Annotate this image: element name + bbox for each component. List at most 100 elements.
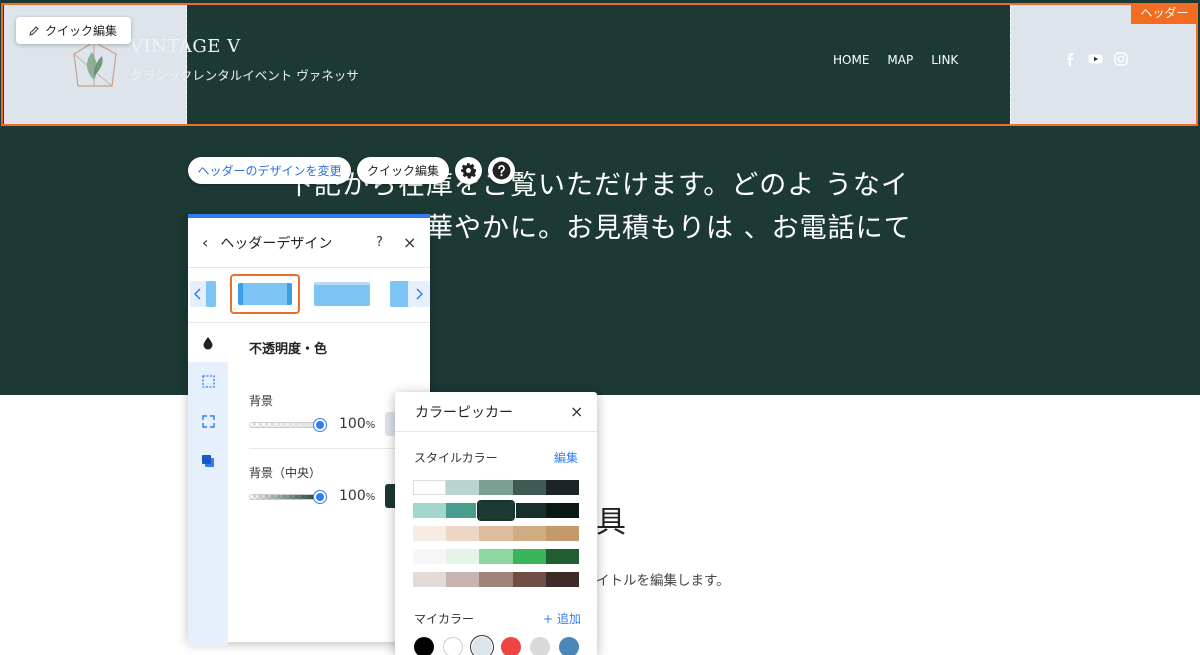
help-button[interactable] bbox=[488, 157, 515, 184]
chevron-right-icon bbox=[416, 288, 423, 300]
background-label: 背景 bbox=[249, 394, 274, 408]
panel-help-button[interactable]: ? bbox=[376, 235, 383, 250]
chevron-left-icon bbox=[194, 288, 201, 300]
design-thumb-selected[interactable] bbox=[230, 274, 300, 314]
palette-swatch[interactable] bbox=[545, 549, 580, 564]
palette-swatch[interactable] bbox=[413, 549, 447, 564]
content-subtitle[interactable]: イトルを編集します。 bbox=[596, 569, 730, 589]
back-button[interactable]: ‹ bbox=[202, 233, 208, 252]
palette-row bbox=[413, 526, 580, 541]
palette-swatch[interactable] bbox=[512, 549, 546, 564]
youtube-icon[interactable] bbox=[1088, 52, 1103, 66]
instagram-icon[interactable] bbox=[1114, 52, 1128, 66]
center-background-opacity-value: 100% bbox=[339, 488, 376, 504]
palette-swatch[interactable] bbox=[545, 503, 580, 518]
picker-close-button[interactable]: × bbox=[570, 402, 583, 421]
corners-icon bbox=[201, 414, 215, 428]
slider-handle[interactable] bbox=[314, 419, 326, 431]
panel-side-tabs bbox=[188, 324, 228, 646]
design-thumbnails bbox=[188, 268, 430, 323]
quick-edit-button[interactable]: クイック編集 bbox=[16, 17, 131, 44]
social-bar bbox=[1063, 52, 1128, 66]
palette-swatch[interactable] bbox=[512, 480, 546, 495]
settings-button[interactable] bbox=[455, 157, 482, 184]
facebook-icon[interactable] bbox=[1063, 52, 1077, 66]
palette-swatch[interactable] bbox=[479, 526, 513, 541]
nav-item-home[interactable]: HOME bbox=[833, 53, 869, 67]
quick-edit-pill-button[interactable]: クイック編集 bbox=[357, 157, 449, 184]
palette-swatch[interactable] bbox=[545, 526, 580, 541]
nav-item-link[interactable]: LINK bbox=[931, 53, 958, 67]
border-icon bbox=[201, 374, 215, 388]
palette-swatch[interactable] bbox=[512, 526, 546, 541]
add-color-link[interactable]: + 追加 bbox=[543, 610, 581, 627]
palette-row bbox=[413, 572, 580, 587]
palette-swatch[interactable] bbox=[479, 480, 513, 495]
section-title: 不透明度・色 bbox=[249, 342, 328, 357]
palette-swatch[interactable] bbox=[446, 572, 480, 587]
design-thumb-2[interactable] bbox=[312, 274, 372, 314]
design-thumb-prev[interactable] bbox=[188, 274, 218, 314]
my-colors-label: マイカラー bbox=[414, 612, 475, 626]
palette-row bbox=[413, 500, 580, 521]
palette-swatch[interactable] bbox=[413, 503, 447, 518]
tab-borders[interactable] bbox=[188, 362, 228, 400]
my-color-swatch[interactable] bbox=[559, 637, 579, 655]
my-color-swatch[interactable] bbox=[472, 637, 492, 655]
quick-edit-label: クイック編集 bbox=[45, 24, 118, 38]
header-nav: HOME MAP LINK bbox=[833, 53, 958, 67]
design-thumb-next[interactable] bbox=[388, 274, 430, 314]
background-opacity-slider[interactable] bbox=[249, 419, 326, 431]
my-color-swatch[interactable] bbox=[443, 637, 463, 655]
header-tag: ヘッダー bbox=[1131, 3, 1198, 24]
background-opacity-value: 100% bbox=[339, 416, 376, 432]
palette-swatch[interactable] bbox=[446, 549, 480, 564]
nav-item-map[interactable]: MAP bbox=[887, 53, 913, 67]
palette-swatch[interactable] bbox=[479, 572, 513, 587]
edit-colors-link[interactable]: 編集 bbox=[554, 449, 578, 466]
panel-close-button[interactable]: × bbox=[403, 233, 416, 252]
palette-row bbox=[413, 480, 580, 495]
palette-swatch[interactable] bbox=[512, 503, 546, 518]
palette-swatch[interactable] bbox=[413, 572, 447, 587]
logo-icon[interactable] bbox=[66, 36, 122, 96]
gear-icon bbox=[461, 163, 476, 179]
content-title[interactable]: 具 bbox=[596, 497, 626, 541]
slider-handle[interactable] bbox=[314, 491, 326, 503]
palette-swatch[interactable] bbox=[477, 500, 515, 521]
picker-title: カラーピッカー bbox=[415, 404, 513, 421]
droplet-icon bbox=[203, 337, 213, 350]
site-subtitle[interactable]: クラシックレンタルイベント ヴァネッサ bbox=[130, 65, 359, 84]
site-title[interactable]: VINTAGE V bbox=[130, 36, 241, 57]
picker-header: カラーピッカー × bbox=[395, 392, 597, 432]
center-background-opacity-slider[interactable] bbox=[249, 491, 326, 503]
palette-swatch[interactable] bbox=[446, 526, 480, 541]
center-background-label: 背景（中央） bbox=[249, 466, 322, 480]
panel-header: ‹ ヘッダーデザイン ? × bbox=[188, 218, 430, 268]
my-color-swatch[interactable] bbox=[414, 637, 434, 655]
palette-swatch[interactable] bbox=[446, 480, 480, 495]
header-design-panel: ‹ ヘッダーデザイン ? × 不透明度・色 背景 100% 背景（中央） 100… bbox=[188, 214, 430, 646]
tab-shadow[interactable] bbox=[188, 442, 228, 480]
palette-swatch[interactable] bbox=[479, 549, 513, 564]
palette-swatch[interactable] bbox=[545, 572, 580, 587]
shadow-icon bbox=[202, 455, 214, 467]
panel-title: ヘッダーデザイン bbox=[220, 235, 333, 252]
tab-corners[interactable] bbox=[188, 402, 228, 440]
my-colors bbox=[414, 637, 579, 655]
change-header-design-button[interactable]: ヘッダーのデザインを変更 bbox=[188, 157, 351, 184]
pencil-icon bbox=[29, 25, 39, 36]
palette-swatch[interactable] bbox=[512, 572, 546, 587]
help-icon bbox=[492, 161, 511, 180]
palette-swatch[interactable] bbox=[413, 480, 447, 495]
palette-row bbox=[413, 549, 580, 564]
color-picker-panel: カラーピッカー × スタイルカラー 編集 マイカラー + 追加 bbox=[395, 392, 597, 655]
palette-swatch[interactable] bbox=[545, 480, 580, 495]
my-color-swatch[interactable] bbox=[530, 637, 550, 655]
tab-opacity-color[interactable] bbox=[188, 324, 228, 362]
my-color-swatch[interactable] bbox=[501, 637, 521, 655]
site-header[interactable]: VINTAGE V クラシックレンタルイベント ヴァネッサ HOME MAP L… bbox=[0, 0, 1200, 128]
palette-swatch[interactable] bbox=[446, 503, 480, 518]
palette-swatch[interactable] bbox=[413, 526, 447, 541]
editor-canvas: VINTAGE V クラシックレンタルイベント ヴァネッサ HOME MAP L… bbox=[0, 0, 1200, 655]
